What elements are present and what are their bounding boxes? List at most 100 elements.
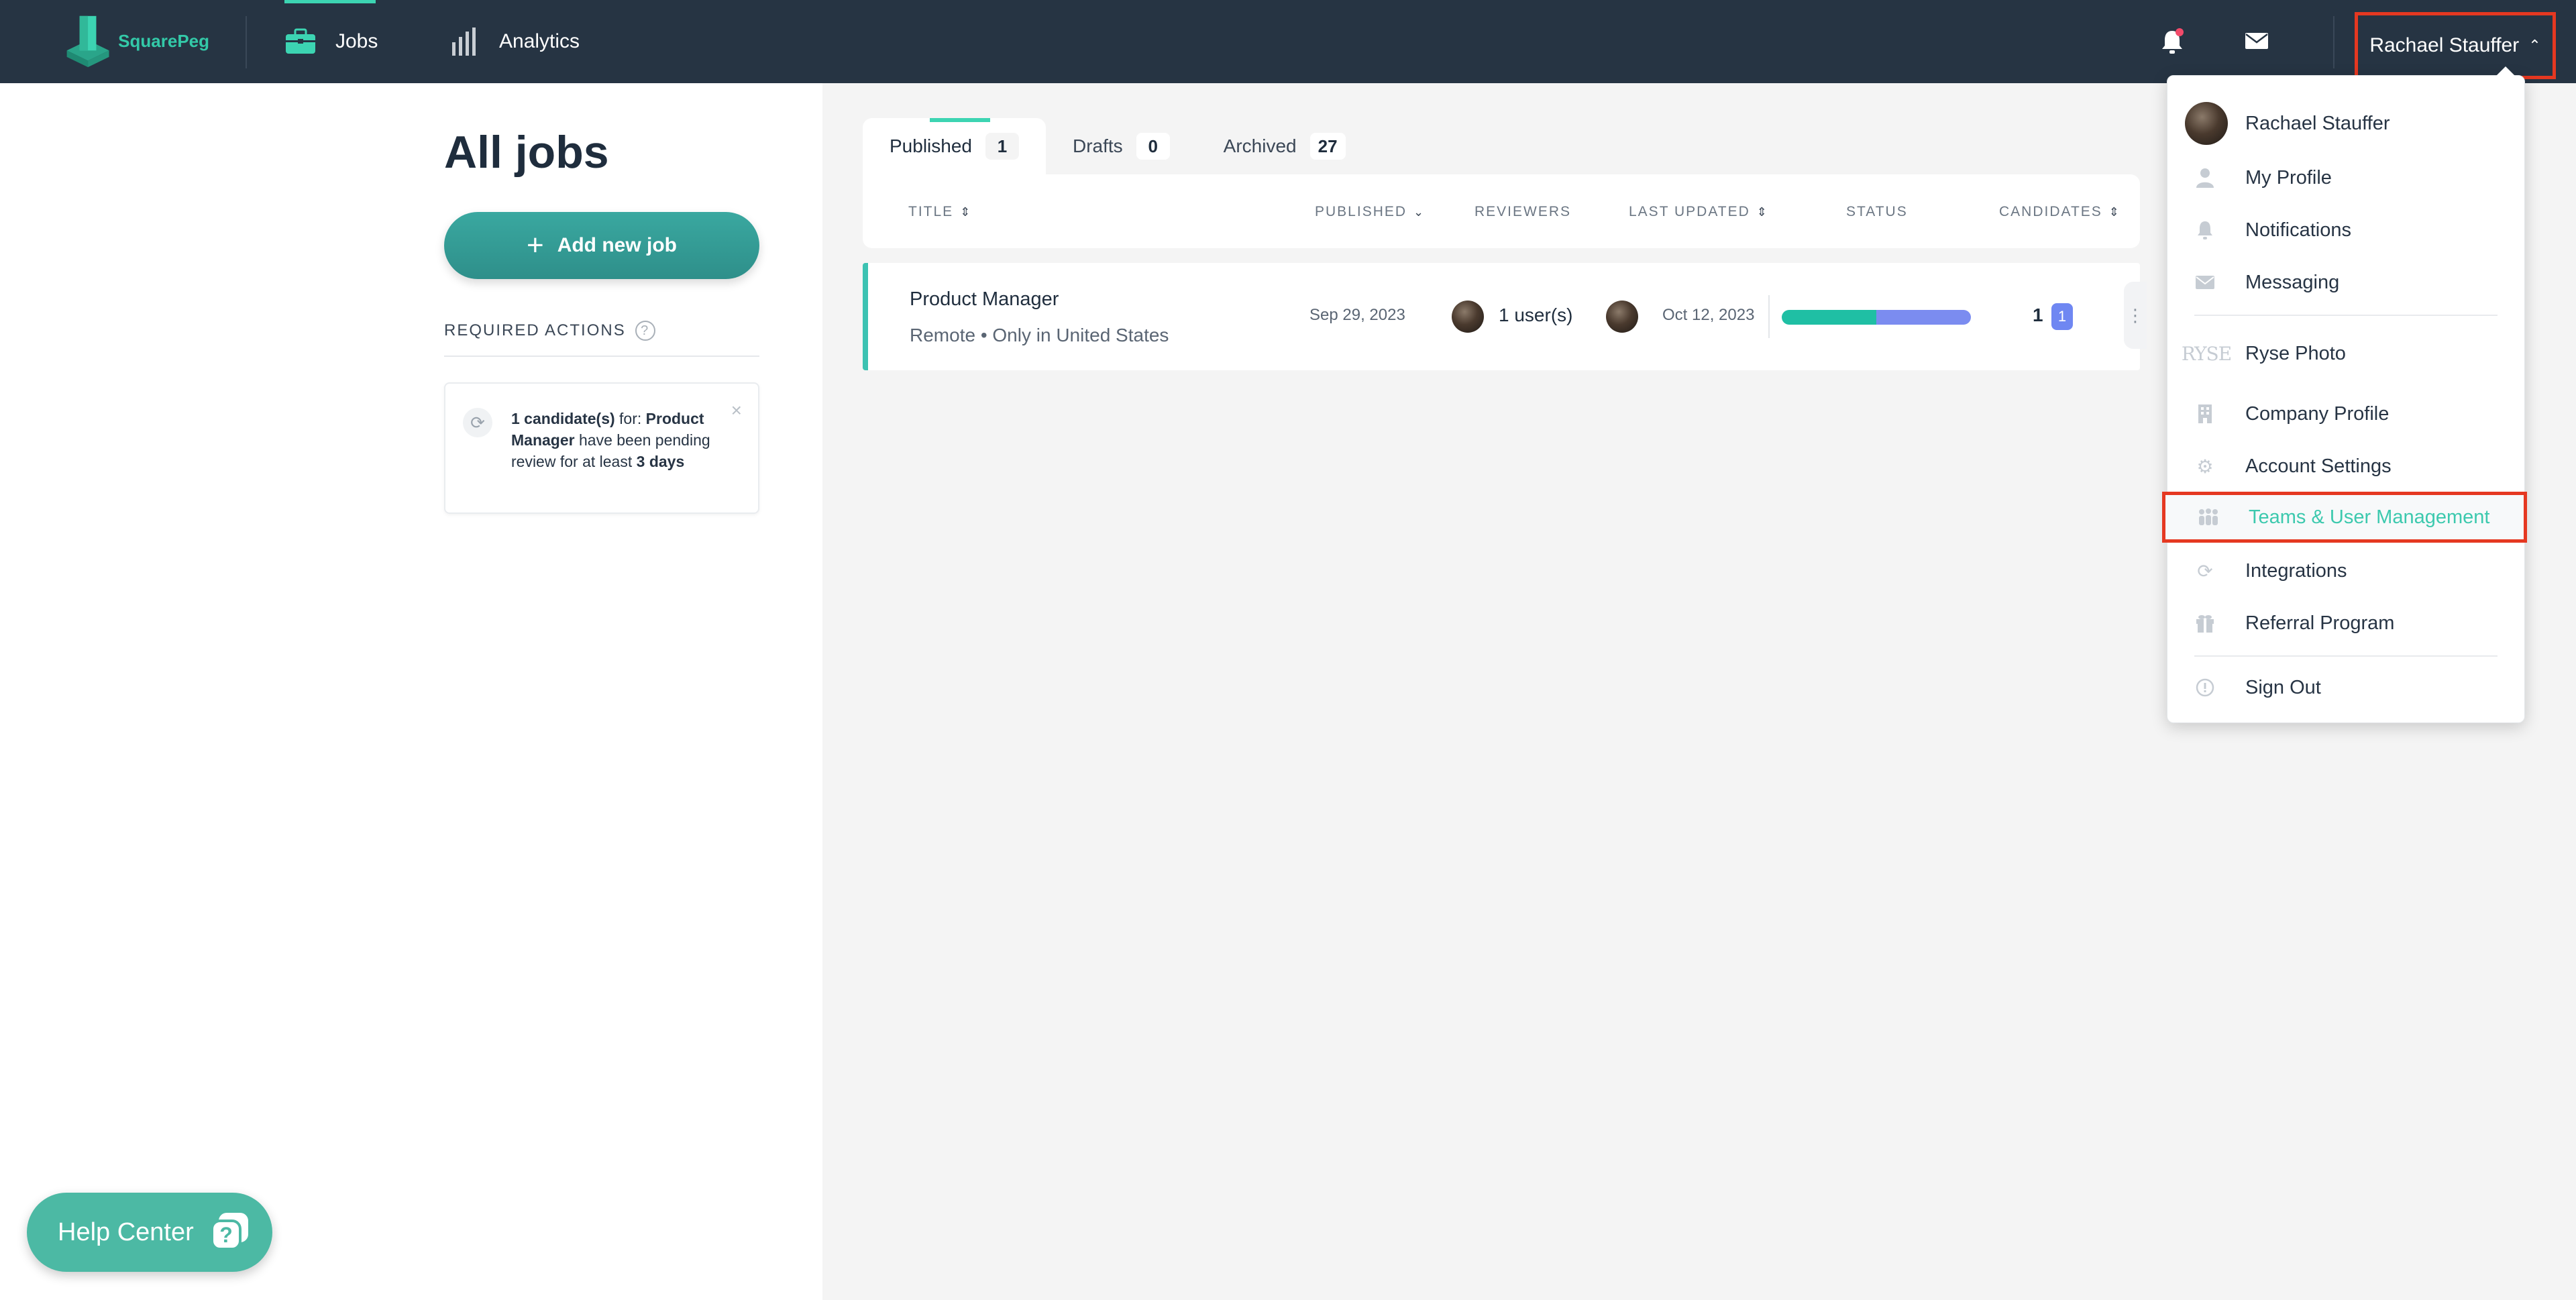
column-header-candidates[interactable]: CANDIDATES ⇕ xyxy=(1999,204,2121,220)
required-actions-heading: REQUIRED ACTIONS ? xyxy=(444,321,655,341)
user-dropdown-menu: Rachael Stauffer My Profile Notification… xyxy=(2162,66,2527,723)
column-candidates-label: CANDIDATES xyxy=(1999,204,2102,219)
page-title: All jobs xyxy=(444,127,609,178)
building-icon xyxy=(2193,402,2217,426)
dropdown-notifications[interactable]: Notifications xyxy=(2167,210,2526,250)
logo-icon xyxy=(66,15,109,68)
add-new-job-button[interactable]: + Add new job xyxy=(444,212,759,279)
dropdown-profile-name: Rachael Stauffer xyxy=(2245,112,2390,134)
more-options-icon[interactable]: ⋮ xyxy=(2124,282,2147,349)
row-divider xyxy=(1768,295,1770,338)
column-title-label: TITLE xyxy=(908,204,954,219)
squarepeg-logo[interactable]: SquarePeg xyxy=(62,9,209,72)
notifications-label: Notifications xyxy=(2245,219,2351,241)
bar-chart-icon xyxy=(452,28,476,56)
column-published-label: PUBLISHED xyxy=(1315,204,1407,219)
sign-out-icon xyxy=(2193,675,2217,700)
integrations-label: Integrations xyxy=(2245,559,2347,582)
tab-drafts-count: 0 xyxy=(1136,133,1170,160)
status-segment-purple xyxy=(1876,310,1971,325)
updater-avatar xyxy=(1606,301,1638,333)
column-last-updated-label: LAST UPDATED xyxy=(1629,204,1750,219)
status-segment-teal xyxy=(1782,310,1876,325)
notice-duration: 3 days xyxy=(636,453,685,470)
user-avatar xyxy=(2185,102,2228,145)
candidates-count[interactable]: 1 xyxy=(2033,305,2043,326)
dropdown-referral-program[interactable]: Referral Program xyxy=(2167,603,2526,643)
add-new-job-label: Add new job xyxy=(557,234,678,256)
tab-drafts[interactable]: Drafts 0 xyxy=(1046,118,1197,174)
help-chat-icon: ? xyxy=(211,1213,248,1250)
company-name-label: Ryse Photo xyxy=(2245,342,2346,364)
dropdown-integrations[interactable]: ⟳ Integrations xyxy=(2167,551,2526,591)
required-action-card[interactable]: ⟳ × 1 candidate(s) for: Product Manager … xyxy=(444,382,759,514)
help-center-label: Help Center xyxy=(58,1217,194,1246)
dropdown-my-profile[interactable]: My Profile xyxy=(2167,158,2526,198)
notice-count: 1 candidate(s) xyxy=(511,410,615,427)
reviewer-avatar xyxy=(1452,301,1484,333)
dropdown-messaging[interactable]: Messaging xyxy=(2167,262,2526,303)
mail-icon xyxy=(2193,270,2217,294)
chevron-up-icon: ⌃ xyxy=(2528,37,2541,54)
question-help-icon[interactable]: ? xyxy=(635,321,655,341)
job-title[interactable]: Product Manager xyxy=(910,288,1059,311)
close-icon[interactable]: × xyxy=(731,400,742,421)
dropdown-company-profile[interactable]: Company Profile xyxy=(2167,394,2526,434)
active-tab-underline xyxy=(930,118,990,122)
column-header-last-updated[interactable]: LAST UPDATED ⇕ xyxy=(1629,204,1768,220)
tab-published-count: 1 xyxy=(985,133,1019,160)
help-center-button[interactable]: Help Center ? xyxy=(27,1193,272,1272)
referral-label: Referral Program xyxy=(2245,612,2395,634)
status-progress-bar xyxy=(1782,310,1971,325)
chevron-down-icon: ⌄ xyxy=(1413,205,1426,219)
ryse-logo-icon: RYSE xyxy=(2181,342,2232,365)
tab-archived-count: 27 xyxy=(1309,133,1346,160)
dropdown-divider xyxy=(2194,315,2498,316)
column-header-title[interactable]: TITLE ⇕ xyxy=(908,204,971,220)
dropdown-sign-out[interactable]: Sign Out xyxy=(2167,667,2526,708)
column-header-published[interactable]: PUBLISHED ⌄ xyxy=(1315,204,1425,220)
dropdown-teams-user-management[interactable]: Teams & User Management xyxy=(2162,492,2527,543)
notifications-bell-icon[interactable] xyxy=(2159,27,2186,56)
tab-archived[interactable]: Archived 27 xyxy=(1197,118,1373,174)
nav-divider xyxy=(246,16,247,68)
dropdown-divider xyxy=(2194,655,2498,657)
column-header-status: STATUS xyxy=(1846,204,1908,220)
job-last-updated: Oct 12, 2023 xyxy=(1662,306,1755,324)
nav-divider-right xyxy=(2333,16,2334,68)
sync-icon: ⟳ xyxy=(463,408,492,437)
top-navbar: SquarePeg Jobs Analytics Rachael Stauffe… xyxy=(0,0,2576,83)
tab-archived-label: Archived xyxy=(1223,136,1297,156)
sort-icon: ⇕ xyxy=(2108,205,2121,219)
dropdown-profile-header[interactable]: Rachael Stauffer xyxy=(2167,100,2526,147)
tab-published-label: Published xyxy=(890,136,972,156)
person-icon xyxy=(2193,166,2217,190)
gear-icon: ⚙ xyxy=(2196,455,2214,477)
tab-drafts-label: Drafts xyxy=(1072,136,1123,156)
company-profile-label: Company Profile xyxy=(2245,402,2390,425)
new-candidates-badge[interactable]: 1 xyxy=(2051,303,2073,330)
sort-icon: ⇕ xyxy=(1756,205,1768,219)
job-reviewers-count[interactable]: 1 user(s) xyxy=(1499,305,1572,326)
required-action-text: 1 candidate(s) for: Product Manager have… xyxy=(511,408,733,472)
plus-icon: + xyxy=(526,229,544,262)
user-menu-name: Rachael Stauffer xyxy=(2369,34,2520,56)
messages-mail-icon[interactable] xyxy=(2245,31,2269,51)
my-profile-label: My Profile xyxy=(2245,166,2332,188)
nav-analytics-label: Analytics xyxy=(499,30,580,52)
tab-published[interactable]: Published 1 xyxy=(863,118,1046,174)
notice-for: for: xyxy=(614,410,646,427)
user-menu-toggle[interactable]: Rachael Stauffer ⌃ xyxy=(2355,12,2556,79)
account-settings-label: Account Settings xyxy=(2245,455,2392,477)
active-tab-indicator xyxy=(284,0,376,3)
table-row[interactable]: Product Manager Remote • Only in United … xyxy=(863,263,2147,370)
nav-tab-analytics[interactable]: Analytics xyxy=(449,0,580,83)
sign-out-label: Sign Out xyxy=(2245,676,2321,698)
column-status-label: STATUS xyxy=(1846,204,1908,219)
dropdown-account-settings[interactable]: ⚙ Account Settings xyxy=(2167,446,2526,486)
briefcase-icon xyxy=(286,28,315,54)
nav-jobs-label: Jobs xyxy=(335,30,378,52)
nav-tab-jobs[interactable]: Jobs xyxy=(284,0,378,83)
teams-label: Teams & User Management xyxy=(2249,506,2490,528)
dropdown-company-ryse[interactable]: RYSE Ryse Photo xyxy=(2167,333,2526,374)
